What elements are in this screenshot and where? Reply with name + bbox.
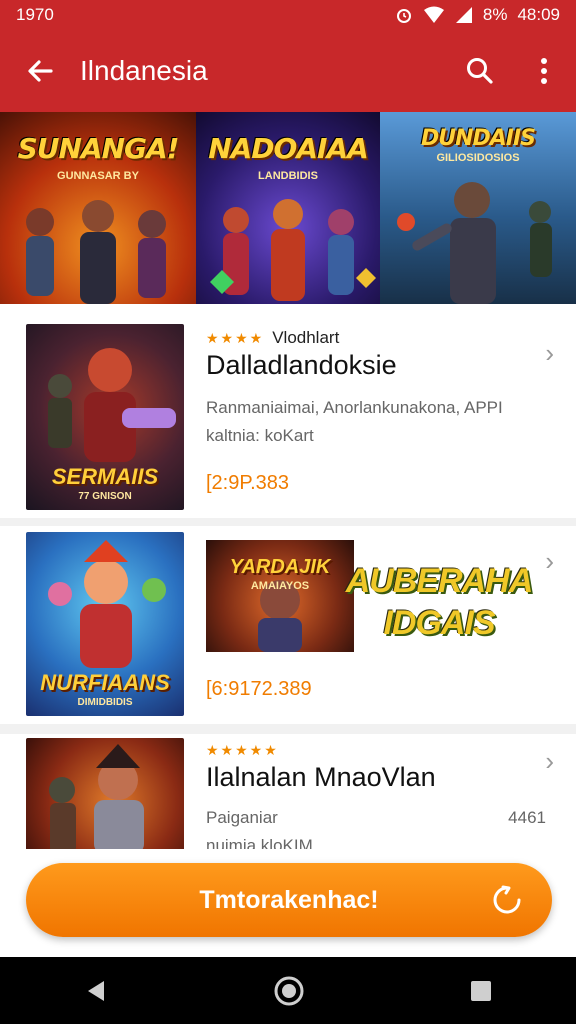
chevron-right-icon[interactable]: ›	[545, 746, 554, 777]
game-name: Dalladlandoksie	[206, 350, 397, 380]
list-item[interactable]: NURFIAANS DIMIDBIDIS YARDAJIK AMAIAYOS A…	[0, 526, 576, 724]
chevron-right-icon[interactable]: ›	[545, 338, 554, 369]
app-bar: Ilndanesia	[0, 30, 576, 112]
promo-logo-line-1: AUBERAHA	[345, 562, 534, 600]
banner-heroes-art	[397, 182, 552, 304]
banner-title-3: DUNDAIIS	[420, 126, 536, 151]
signal-icon	[455, 7, 472, 23]
nav-back-icon[interactable]	[82, 977, 110, 1005]
divider	[0, 518, 576, 526]
thumbnail-subtitle: 77 GNISON	[78, 491, 132, 502]
search-icon	[467, 58, 493, 84]
description-line-2: kaltnia: koKart	[206, 426, 314, 445]
thumbnail-title: NURFIAANS	[40, 670, 170, 695]
alarm-icon	[396, 9, 411, 23]
page-title: Ilndanesia	[80, 55, 208, 86]
back-arrow-icon	[28, 60, 53, 82]
status-time-left: 1970	[16, 5, 54, 24]
status-bar: 1970 8% 48:09	[0, 0, 576, 30]
featured-banner[interactable]: SUNANGA! GUNNASAR BY NADOAIAA LANDBIDIS …	[0, 112, 576, 304]
star-rating: ★★★★★	[206, 742, 279, 758]
more-vert-icon	[541, 58, 547, 84]
banner-subtitle-1: GUNNASAR BY	[57, 170, 139, 182]
chevron-right-icon[interactable]: ›	[545, 546, 554, 577]
banner-heroes-art	[26, 200, 166, 304]
more-options-button[interactable]	[512, 39, 576, 103]
promo-logo: AUBERAHA IDGAIS	[344, 560, 534, 644]
game-thumbnail	[26, 738, 184, 849]
back-button[interactable]	[0, 30, 80, 112]
thumbnail-subtitle: DIMIDBIDIS	[77, 697, 133, 708]
description-line-1: Paiganiar	[206, 808, 278, 827]
game-list: SERMAIIS 77 GNISON ★★★★ Vlodhlart Dallad…	[0, 304, 576, 849]
cta-area: Tmtorakenhac!	[0, 849, 576, 957]
banner-heroes-art	[210, 199, 376, 301]
clock: 48:09	[517, 5, 560, 24]
banner-tile-2[interactable]: NADOAIAA LANDBIDIS	[196, 112, 380, 304]
thumbnail-title: SERMAIIS	[51, 464, 159, 489]
game-name: Ilalnalan MnaoVlan	[206, 762, 436, 792]
banner-title-1: SUNANGA!	[17, 132, 180, 165]
download-count: [6:9172.389	[206, 678, 312, 700]
promo-subtitle: AMAIAYOS	[250, 580, 310, 592]
game-description: Paiganiar nuimia kloKIM	[206, 804, 506, 849]
download-count: [2:9P.383	[206, 472, 290, 494]
search-button[interactable]	[448, 39, 512, 103]
banner-tile-3[interactable]: DUNDAIIS GILIOSIDOSIOS	[380, 112, 576, 304]
list-item[interactable]: ★★★★★ Ilalnalan MnaoVlan Paiganiar nuimi…	[0, 734, 576, 849]
promo-title: YARDAJIK	[229, 556, 331, 578]
system-nav-bar	[0, 957, 576, 1024]
banner-subtitle-2: LANDBIDIS	[258, 170, 318, 182]
banner-subtitle-3: GILIOSIDOSIOS	[436, 152, 520, 164]
battery-text: 8%	[482, 5, 508, 24]
rating-row: ★★★★★	[206, 742, 279, 759]
rating-row: ★★★★ Vlodhlart	[206, 328, 339, 348]
recycle-icon	[493, 885, 521, 914]
description-line-2: nuimia kloKIM	[206, 836, 313, 849]
game-description: Ranmaniaimai, Anorlankunakona, APPI kalt…	[206, 394, 546, 450]
nav-recents-icon[interactable]	[468, 978, 494, 1004]
install-button-label: Tmtorakenhac!	[199, 885, 379, 914]
banner-title-2: NADOAIAA	[208, 132, 369, 165]
status-icons: 8% 48:09	[395, 5, 560, 25]
game-thumbnail: NURFIAANS DIMIDBIDIS	[26, 532, 184, 716]
star-rating: ★★★★	[206, 329, 265, 346]
banner-tile-1[interactable]: SUNANGA! GUNNASAR BY	[0, 112, 196, 304]
install-button[interactable]: Tmtorakenhac!	[26, 863, 552, 937]
divider	[0, 724, 576, 734]
nav-home-icon[interactable]	[273, 975, 305, 1007]
promo-image: YARDAJIK AMAIAYOS	[206, 540, 354, 652]
promo-logo-line-2: IDGAIS	[383, 604, 495, 642]
wifi-icon	[423, 6, 444, 23]
developer-name: Vlodhlart	[272, 328, 340, 347]
thumbnail-art	[49, 744, 144, 849]
game-thumbnail: SERMAIIS 77 GNISON	[26, 324, 184, 510]
description-line-1: Ranmaniaimai, Anorlankunakona, APPI	[206, 398, 503, 417]
list-item[interactable]: SERMAIIS 77 GNISON ★★★★ Vlodhlart Dallad…	[0, 304, 576, 518]
rating-count: 4461	[508, 808, 546, 827]
